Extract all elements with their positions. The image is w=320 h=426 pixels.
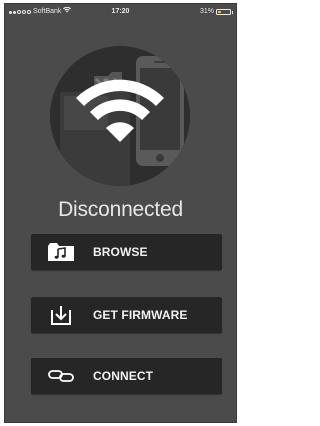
connect-label: CONNECT xyxy=(93,369,154,383)
battery-group: 31% xyxy=(199,4,233,20)
wifi-devices-illustration xyxy=(50,46,190,186)
get-firmware-button[interactable]: GET FIRMWARE xyxy=(31,297,222,333)
battery-percent: 31% xyxy=(199,8,214,15)
battery-icon xyxy=(216,9,233,15)
music-folder-icon xyxy=(47,241,75,263)
app-screen: SoftBank 17:20 31% Disconnected BROWSE G… xyxy=(4,3,237,423)
get-firmware-label: GET FIRMWARE xyxy=(93,308,188,322)
status-bar: SoftBank 17:20 31% xyxy=(5,4,236,20)
browse-button[interactable]: BROWSE xyxy=(31,234,222,270)
connection-status: Disconnected xyxy=(58,198,183,221)
download-icon xyxy=(47,304,75,326)
link-icon xyxy=(47,365,75,387)
connect-button[interactable]: CONNECT xyxy=(31,358,222,394)
browse-label: BROWSE xyxy=(93,245,148,259)
battery-fill xyxy=(218,11,222,13)
